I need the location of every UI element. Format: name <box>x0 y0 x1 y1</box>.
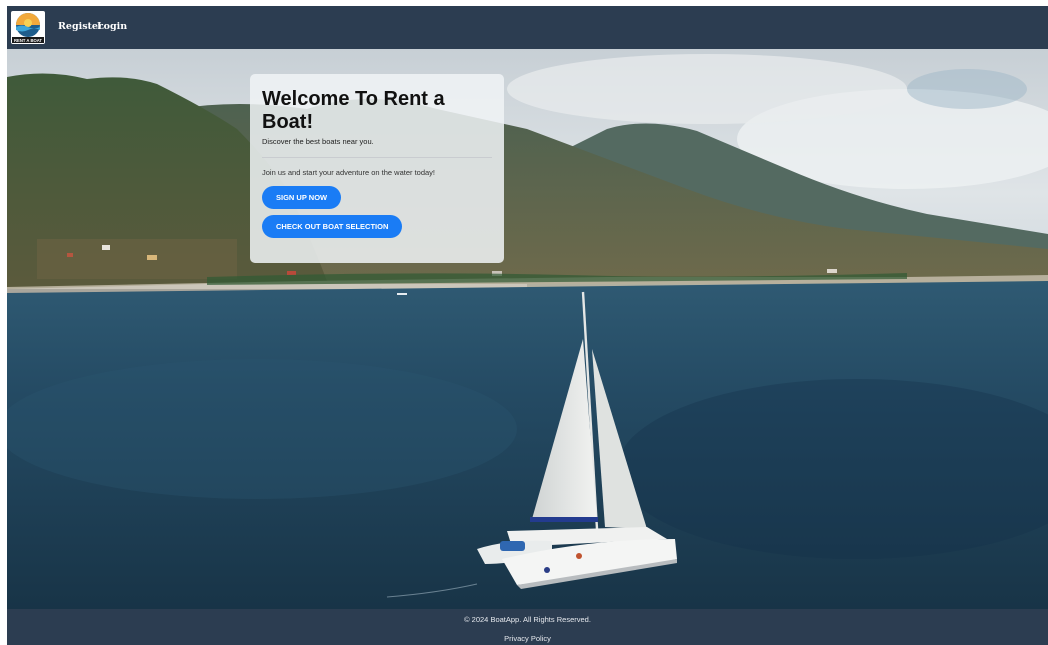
logo-text: RENT A BOAT <box>14 38 42 43</box>
login-link[interactable]: Login <box>97 21 127 32</box>
rent-a-boat-logo[interactable]: RENT A BOAT <box>11 11 45 44</box>
privacy-policy-link[interactable]: Privacy Policy <box>7 634 1048 643</box>
welcome-card: Welcome To Rent a Boat! Discover the bes… <box>250 74 504 263</box>
welcome-text: Join us and start your adventure on the … <box>262 168 436 177</box>
footer: © 2024 BoatApp. All Rights Reserved. Pri… <box>7 609 1048 645</box>
logo-emblem-icon: RENT A BOAT <box>12 13 44 43</box>
app-frame: RENT A BOAT Register Login Welcome To Re… <box>7 6 1048 645</box>
navbar: RENT A BOAT Register Login <box>7 6 1048 49</box>
welcome-title: Welcome To Rent a Boat! <box>262 88 445 133</box>
hero-section: Welcome To Rent a Boat! Discover the bes… <box>7 49 1048 609</box>
hero-background-image <box>7 49 1048 609</box>
card-divider <box>262 157 492 158</box>
welcome-subtitle: Discover the best boats near you. <box>262 137 374 146</box>
boat-selection-button[interactable]: CHECK OUT BOAT SELECTION <box>262 215 403 238</box>
copyright-text: © 2024 BoatApp. All Rights Reserved. <box>464 615 591 624</box>
sign-up-button[interactable]: SIGN UP NOW <box>262 186 342 209</box>
